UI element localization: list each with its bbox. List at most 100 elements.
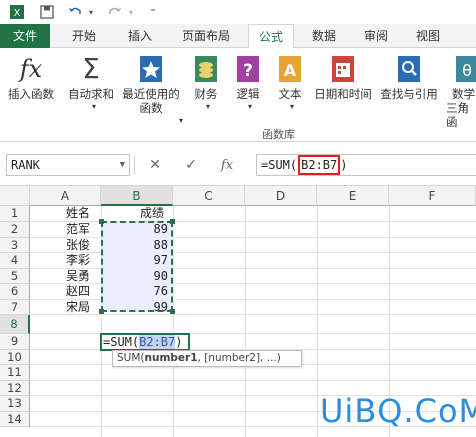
row-header-2[interactable]: 2 [0, 222, 30, 238]
row-header-14[interactable]: 14 [0, 412, 30, 427]
lookup-reference-button[interactable]: 查找与引用 [376, 54, 442, 101]
cell-a1[interactable]: 姓名 [66, 206, 90, 221]
tooltip-arg1[interactable]: number1 [145, 352, 198, 364]
tab-page-layout[interactable]: 页面布局 [172, 24, 240, 48]
column-header-a[interactable]: A [30, 186, 101, 206]
formula-bar: RANK ▼ ✕ ✓ fx =SUM(B2:B7) [0, 142, 476, 186]
row-header-13[interactable]: 13 [0, 396, 30, 412]
row-header-8[interactable]: 8 [0, 315, 30, 334]
financial-dropdown-icon[interactable]: ▾ [188, 100, 228, 114]
financial-button[interactable]: 财务 [186, 54, 226, 101]
gridline [30, 314, 476, 315]
sigma-icon: Σ [82, 52, 100, 85]
undo-dropdown-icon[interactable]: ▾ [86, 3, 96, 21]
math-trig-button[interactable]: θ 数学 三角函 [446, 54, 476, 129]
row-header-4[interactable]: 4 [0, 253, 30, 269]
recently-used-label: 最近使用的 [122, 87, 180, 101]
formula-range-highlight: B2:B7 [298, 155, 341, 175]
recently-used-label-2: 函数 [139, 101, 163, 115]
cell-a5[interactable]: 吴勇 [66, 269, 90, 284]
date-time-button[interactable]: 日期和时间 [310, 54, 376, 101]
tab-insert[interactable]: 插入 [118, 24, 162, 48]
row-header-10[interactable]: 10 [0, 350, 30, 365]
tab-home[interactable]: 开始 [62, 24, 106, 48]
undo-icon[interactable] [66, 3, 84, 21]
edit-prefix: =SUM( [103, 335, 140, 349]
name-box-dropdown-icon[interactable]: ▼ [120, 155, 125, 175]
tab-formulas[interactable]: 公式 [248, 24, 294, 49]
gridline [30, 283, 476, 284]
autosum-dropdown-icon[interactable]: ▾ [67, 100, 121, 114]
close-icon[interactable]: ✕ [144, 154, 166, 176]
theta-icon: θ [452, 54, 476, 84]
formula-input[interactable]: =SUM(B2:B7) [256, 154, 476, 176]
cell-a6[interactable]: 赵四 [66, 284, 90, 299]
row-header-6[interactable]: 6 [0, 284, 30, 300]
row-header-1[interactable]: 1 [0, 206, 30, 222]
column-header-b[interactable]: B [101, 186, 173, 206]
excel-logo-icon: X [8, 3, 26, 21]
cell-a7[interactable]: 宋局 [66, 300, 90, 315]
recently-used-button[interactable]: 最近使用的 函数 [118, 54, 184, 115]
redo-dropdown-icon[interactable]: ▾ [126, 3, 136, 21]
lookup-icon [394, 54, 424, 84]
gridline [30, 221, 476, 222]
range-handle[interactable] [170, 219, 175, 224]
name-box[interactable]: RANK ▼ [6, 154, 130, 176]
gridline [30, 299, 476, 300]
insert-function-fx-icon[interactable]: fx [216, 154, 238, 176]
row-header-12[interactable]: 12 [0, 381, 30, 396]
gridline [173, 206, 174, 437]
text-button[interactable]: A 文本 [270, 54, 310, 101]
tab-file[interactable]: 文件 [0, 24, 50, 48]
recently-used-dropdown-icon[interactable]: ▾ [176, 114, 186, 128]
cell-b1[interactable]: 成绩 [140, 206, 164, 221]
tab-review[interactable]: 审阅 [356, 24, 396, 48]
formula-bar-divider [134, 156, 135, 174]
row-header-7[interactable]: 7 [0, 300, 30, 315]
gridline [317, 206, 318, 437]
range-marquee [101, 221, 173, 312]
autosum-label: 自动求和 [68, 87, 114, 101]
range-handle[interactable] [170, 309, 175, 314]
row-header-9[interactable]: 9 [0, 334, 30, 350]
column-header-f[interactable]: F [389, 186, 476, 206]
range-handle[interactable] [99, 309, 104, 314]
check-icon[interactable]: ✓ [180, 154, 202, 176]
cell-a2[interactable]: 范军 [66, 222, 90, 237]
row-header-11[interactable]: 11 [0, 365, 30, 381]
watermark: UiBQ.CoM [320, 392, 476, 430]
row-header-5[interactable]: 5 [0, 269, 30, 284]
row-header-3[interactable]: 3 [0, 238, 30, 253]
quick-access-toolbar: X ▾ ▾ ⁼ [0, 0, 476, 24]
column-header-d[interactable]: D [245, 186, 317, 206]
customize-icon[interactable]: ⁼ [146, 3, 160, 21]
math-trig-label: 数学 [452, 87, 475, 101]
text-dropdown-icon[interactable]: ▾ [272, 100, 312, 114]
logical-button[interactable]: ? 逻辑 [228, 54, 268, 101]
tab-data[interactable]: 数据 [304, 24, 344, 48]
excel-window: X ▾ ▾ ⁼ 文件 开始 插入 页面布局 公式 数据 审阅 视图 fx 插入函… [0, 0, 476, 437]
formula-suffix: ) [340, 158, 348, 172]
tab-view[interactable]: 视图 [408, 24, 448, 48]
range-handle[interactable] [99, 219, 104, 224]
tooltip-func: SUM( [117, 352, 145, 364]
autosum-button[interactable]: Σ 自动求和 [64, 52, 118, 102]
save-icon[interactable] [38, 3, 56, 21]
name-box-value: RANK [11, 158, 40, 172]
gridline [245, 206, 246, 437]
gridline [30, 268, 476, 269]
active-cell-b8[interactable]: =SUM(B2:B7) [100, 333, 190, 351]
select-all-corner[interactable] [0, 186, 30, 206]
column-header-c[interactable]: C [173, 186, 245, 206]
tooltip-rest: , [number2], ...) [197, 352, 281, 364]
cell-a3[interactable]: 张俊 [66, 238, 90, 253]
cell-a4[interactable]: 李彩 [66, 253, 90, 268]
redo-icon[interactable] [106, 3, 124, 21]
insert-function-button[interactable]: fx 插入函数 [4, 54, 58, 101]
function-library-group-label: 函数库 [262, 128, 295, 141]
logical-dropdown-icon[interactable]: ▾ [230, 100, 270, 114]
gridline [30, 252, 476, 253]
lookup-reference-label: 查找与引用 [380, 87, 438, 101]
column-header-e[interactable]: E [317, 186, 389, 206]
